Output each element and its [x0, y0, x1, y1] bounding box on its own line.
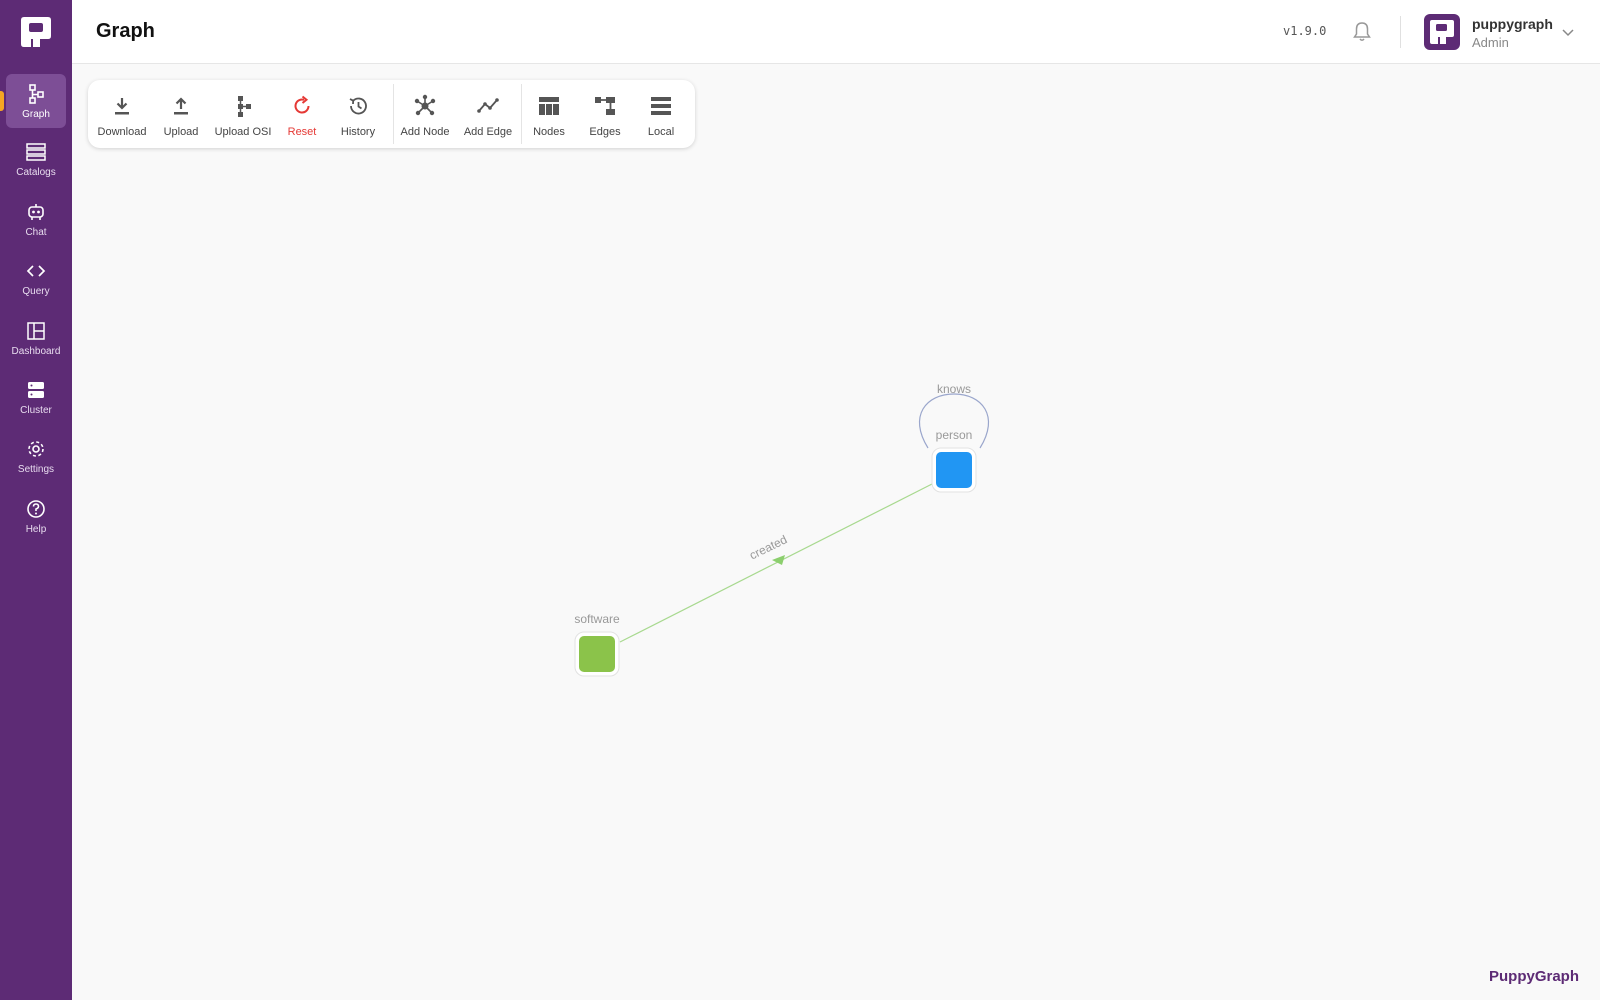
sidebar-item-query[interactable]: Query: [6, 251, 66, 305]
sidebar-item-chat[interactable]: Chat: [6, 192, 66, 246]
edge-created[interactable]: [619, 483, 933, 643]
sidebar: Graph Catalogs Chat Query Dashboard Clus…: [0, 0, 72, 1000]
user-name[interactable]: puppygraph: [1472, 16, 1553, 32]
sidebar-item-label: Help: [25, 523, 47, 535]
top-header: Graph v1.9.0 puppygraph Admin: [72, 0, 1600, 64]
sidebar-item-label: Cluster: [20, 404, 52, 416]
graph-icon: [25, 83, 47, 105]
sidebar-item-dashboard[interactable]: Dashboard: [6, 311, 66, 365]
node-person[interactable]: [936, 452, 972, 488]
help-icon: [25, 498, 47, 520]
sidebar-item-settings[interactable]: Settings: [6, 429, 66, 483]
bell-icon[interactable]: [1350, 20, 1374, 44]
puppygraph-logo[interactable]: [18, 14, 54, 50]
sidebar-item-label: Graph: [22, 108, 50, 120]
sidebar-item-label: Catalogs: [16, 166, 56, 178]
server-icon: [25, 379, 47, 401]
sidebar-item-graph[interactable]: Graph: [6, 74, 66, 128]
sidebar-item-label: Settings: [17, 463, 55, 475]
node-label-person: person: [936, 428, 973, 442]
active-nav-marker: [0, 91, 4, 111]
user-role: Admin: [1472, 35, 1509, 50]
sidebar-item-help[interactable]: Help: [6, 489, 66, 543]
sidebar-item-label: Dashboard: [11, 345, 61, 357]
brand-watermark: PuppyGraph: [1489, 968, 1580, 985]
graph-canvas[interactable]: created knows person software: [72, 64, 1600, 1000]
version-label: v1.9.0: [1283, 24, 1327, 38]
avatar[interactable]: [1424, 14, 1460, 50]
dashboard-icon: [25, 320, 47, 342]
robot-icon: [25, 201, 47, 223]
edge-label-knows: knows: [937, 382, 971, 396]
chevron-down-icon[interactable]: [1560, 24, 1576, 40]
code-icon: [25, 260, 47, 282]
node-software[interactable]: [579, 636, 615, 672]
header-divider: [1400, 16, 1401, 48]
node-label-software: software: [574, 612, 620, 626]
sidebar-item-catalogs[interactable]: Catalogs: [6, 132, 66, 186]
sidebar-item-label: Chat: [25, 226, 47, 238]
sidebar-item-label: Query: [22, 285, 50, 297]
page-title: Graph: [96, 20, 155, 42]
sidebar-item-cluster[interactable]: Cluster: [6, 370, 66, 424]
gear-icon: [25, 438, 47, 460]
catalogs-icon: [25, 141, 47, 163]
